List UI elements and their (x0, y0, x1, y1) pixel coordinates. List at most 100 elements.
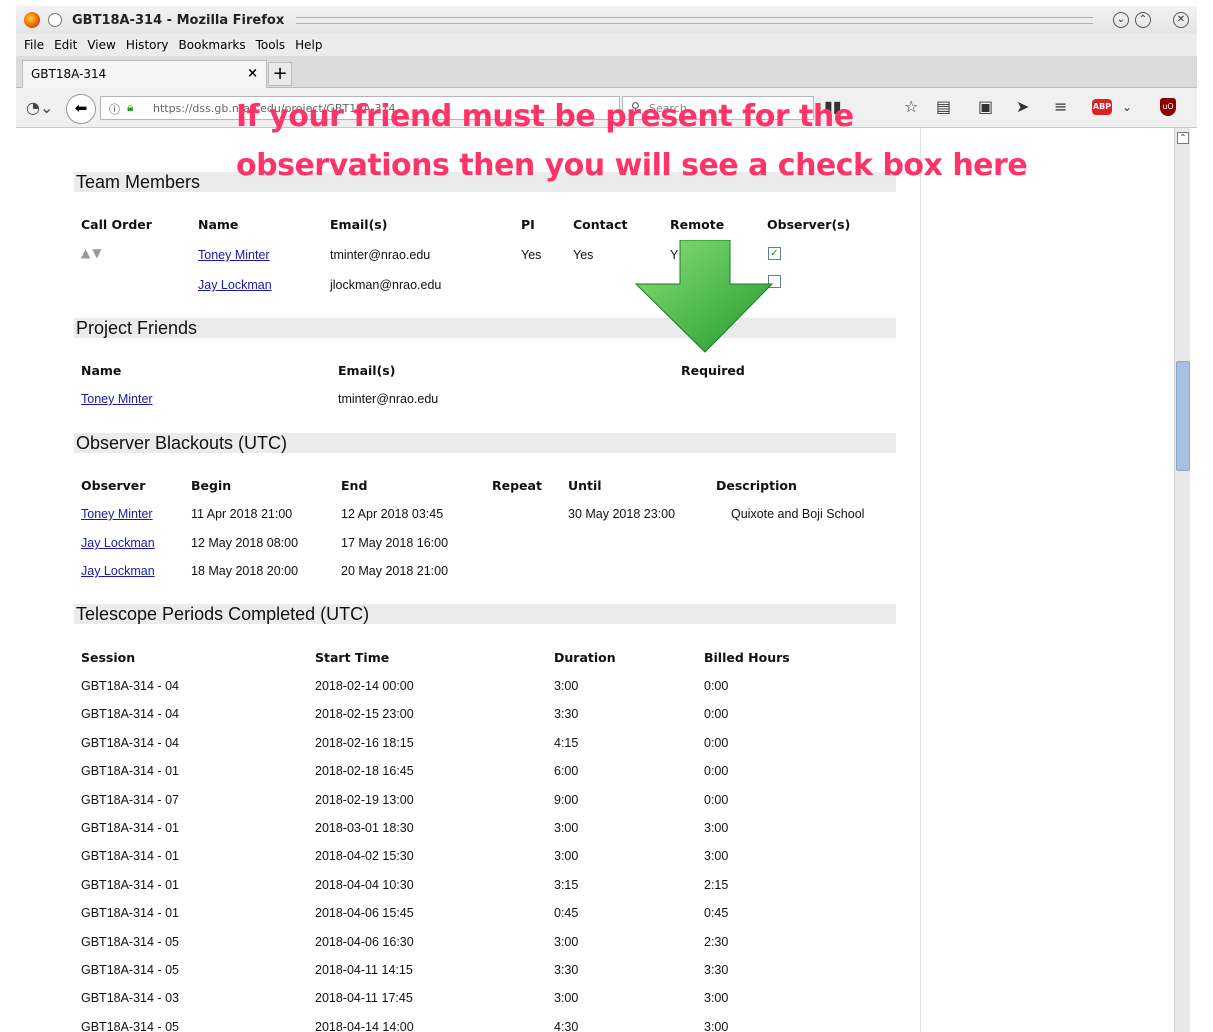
friend-email: tminter@nrao.edu (338, 392, 439, 406)
adblock-icon[interactable]: ABP (1092, 99, 1112, 115)
ublock-icon[interactable]: uO (1160, 98, 1176, 116)
green-down-arrow-icon (634, 240, 774, 353)
period-session: GBT18A-314 - 04 (81, 679, 179, 693)
menu-view[interactable]: View (87, 38, 115, 52)
period-session: GBT18A-314 - 05 (81, 963, 179, 977)
menu-history[interactable]: History (126, 38, 169, 52)
send-icon[interactable]: ➤ (1016, 97, 1029, 116)
period-duration: 3:15 (554, 878, 579, 892)
blackouts-header-end: End (341, 478, 368, 493)
period-billed-hours: 3:00 (704, 821, 729, 835)
period-duration: 3:00 (554, 821, 579, 835)
period-duration: 6:00 (554, 764, 579, 778)
team-member-email: jlockman@nrao.edu (330, 278, 442, 292)
period-start-time: 2018-02-15 23:00 (315, 707, 414, 721)
menu-bar: File Edit View History Bookmarks Tools H… (16, 34, 1197, 56)
period-start-time: 2018-02-16 18:15 (315, 736, 414, 750)
blackout-observer-link[interactable]: Toney Minter (81, 507, 153, 521)
scrollbar-thumb[interactable] (1176, 361, 1190, 471)
blackout-begin: 11 Apr 2018 21:00 (191, 507, 293, 521)
period-session: GBT18A-314 - 01 (81, 821, 179, 835)
period-duration: 3:30 (554, 963, 579, 977)
call-order-arrows[interactable]: ▲▼ (81, 246, 103, 260)
team-member-email: tminter@nrao.edu (330, 248, 431, 262)
periods-header-billed-hours: Billed Hours (704, 650, 790, 665)
period-session: GBT18A-314 - 01 (81, 878, 179, 892)
menu-help[interactable]: Help (295, 38, 322, 52)
annotation-line-2: observations then you will see a check b… (236, 148, 1028, 183)
period-billed-hours: 0:00 (704, 707, 729, 721)
period-billed-hours: 0:00 (704, 679, 729, 693)
blackouts-header-begin: Begin (191, 478, 232, 493)
period-session: GBT18A-314 - 01 (81, 906, 179, 920)
close-window-icon[interactable]: ✕ (1173, 12, 1189, 28)
hamburger-menu-icon[interactable]: ≡ (1054, 97, 1067, 116)
period-start-time: 2018-04-06 15:45 (315, 906, 414, 920)
tab-label: GBT18A-314 (31, 67, 107, 81)
menu-tools[interactable]: Tools (256, 38, 286, 52)
minimize-icon[interactable]: ⌄ (1113, 12, 1129, 28)
menu-bookmarks[interactable]: Bookmarks (179, 38, 246, 52)
team-header-pi: PI (521, 217, 535, 232)
blackouts-header-description: Description (716, 478, 797, 493)
scroll-up-icon[interactable]: ⌃ (1177, 132, 1189, 144)
period-start-time: 2018-02-19 13:00 (315, 793, 414, 807)
window-menu-icon[interactable] (48, 13, 62, 27)
period-start-time: 2018-04-02 15:30 (315, 849, 414, 863)
period-billed-hours: 3:30 (704, 963, 729, 977)
team-header-call-order: Call Order (81, 217, 152, 232)
period-billed-hours: 0:00 (704, 764, 729, 778)
period-duration: 3:00 (554, 991, 579, 1005)
bookmark-star-icon[interactable]: ☆ (904, 97, 918, 116)
blackout-observer-link[interactable]: Jay Lockman (81, 536, 155, 550)
close-tab-icon[interactable]: × (247, 66, 258, 81)
period-start-time: 2018-04-04 10:30 (315, 878, 414, 892)
blackout-end: 17 May 2018 16:00 (341, 536, 449, 550)
menu-file[interactable]: File (24, 38, 44, 52)
tab-project[interactable]: GBT18A-314 × (22, 60, 267, 88)
friends-header-required: Required (681, 363, 745, 378)
period-session: GBT18A-314 - 01 (81, 849, 179, 863)
period-start-time: 2018-04-06 16:30 (315, 935, 414, 949)
right-edge (1190, 128, 1213, 1032)
chevron-down-icon[interactable]: ⌄ (1122, 100, 1132, 114)
new-tab-button[interactable]: + (268, 62, 292, 86)
period-duration: 9:00 (554, 793, 579, 807)
pocket-icon[interactable]: ▣ (978, 97, 993, 116)
period-session: GBT18A-314 - 05 (81, 1020, 179, 1032)
menu-edit[interactable]: Edit (54, 38, 77, 52)
period-billed-hours: 0:00 (704, 793, 729, 807)
history-dropdown-icon[interactable]: ◔⌄ (26, 98, 53, 117)
period-duration: 3:00 (554, 935, 579, 949)
team-member-pi: Yes (521, 248, 542, 262)
window-titlebar: GBT18A-314 - Mozilla Firefox ⌄ ⌃ ✕ (16, 6, 1197, 34)
period-session: GBT18A-314 - 07 (81, 793, 179, 807)
tab-bar: GBT18A-314 × + (16, 56, 1197, 88)
maximize-icon[interactable]: ⌃ (1135, 12, 1151, 28)
team-member-name-link[interactable]: Toney Minter (198, 248, 270, 262)
period-session: GBT18A-314 - 04 (81, 736, 179, 750)
period-session: GBT18A-314 - 01 (81, 764, 179, 778)
period-duration: 3:00 (554, 679, 579, 693)
period-start-time: 2018-04-11 17:45 (315, 991, 413, 1005)
team-header-email: Email(s) (330, 217, 388, 232)
friends-header-email: Email(s) (338, 363, 396, 378)
period-billed-hours: 2:30 (704, 935, 729, 949)
period-start-time: 2018-02-14 00:00 (315, 679, 414, 693)
period-billed-hours: 3:00 (704, 1020, 729, 1032)
blackouts-header-until: Until (568, 478, 602, 493)
bookmarks-list-icon[interactable]: ▤ (936, 97, 951, 116)
vertical-scrollbar[interactable]: ⌃ (1174, 128, 1190, 1032)
period-billed-hours: 0:00 (704, 736, 729, 750)
periods-header-duration: Duration (554, 650, 616, 665)
period-duration: 0:45 (554, 906, 579, 920)
blackout-observer-link[interactable]: Jay Lockman (81, 564, 155, 578)
blackout-description: Quixote and Boji School (731, 507, 865, 521)
team-member-name-link[interactable]: Jay Lockman (198, 278, 272, 292)
blackouts-header-repeat: Repeat (492, 478, 542, 493)
blackout-begin: 18 May 2018 20:00 (191, 564, 299, 578)
back-button[interactable]: ⬅ (66, 94, 96, 124)
friend-name-link[interactable]: Toney Minter (81, 392, 153, 406)
site-info-icon[interactable]: ⓘ (109, 101, 120, 117)
page-content: Team Members Call Order Name Email(s) PI… (16, 128, 1174, 1032)
